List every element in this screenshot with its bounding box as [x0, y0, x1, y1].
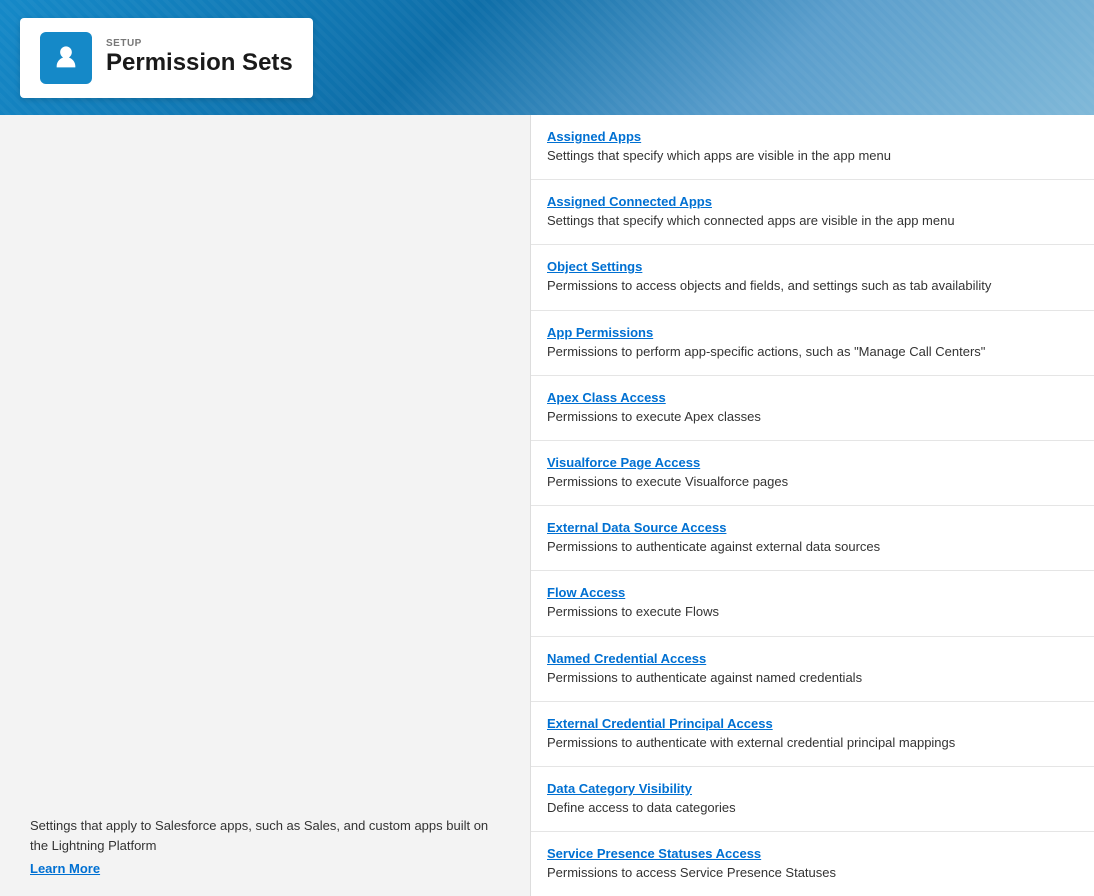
section-link-external-credential-principal-access[interactable]: External Credential Principal Access	[547, 716, 1078, 731]
section-row-apex-class-access: Apex Class Access Permissions to execute …	[531, 376, 1094, 441]
section-link-assigned-apps[interactable]: Assigned Apps	[547, 129, 1078, 144]
left-panel: Settings that apply to Salesforce apps, …	[0, 115, 530, 896]
section-row-assigned-connected-apps: Assigned Connected Apps Settings that spe…	[531, 180, 1094, 245]
section-desc-object-settings: Permissions to access objects and fields…	[547, 277, 1078, 295]
section-desc-app-permissions: Permissions to perform app-specific acti…	[547, 343, 1078, 361]
right-panel: Assigned Apps Settings that specify which…	[530, 115, 1094, 896]
section-link-flow-access[interactable]: Flow Access	[547, 585, 1078, 600]
permission-sets-icon	[40, 32, 92, 84]
section-desc-external-data-source-access: Permissions to authenticate against exte…	[547, 538, 1078, 556]
main-container: Settings that apply to Salesforce apps, …	[0, 115, 1094, 896]
section-link-service-presence-statuses-access[interactable]: Service Presence Statuses Access	[547, 846, 1078, 861]
section-desc-assigned-apps: Settings that specify which apps are vis…	[547, 147, 1078, 165]
section-row-visualforce-page-access: Visualforce Page Access Permissions to ex…	[531, 441, 1094, 506]
section-desc-visualforce-page-access: Permissions to execute Visualforce pages	[547, 473, 1078, 491]
section-desc-apex-class-access: Permissions to execute Apex classes	[547, 408, 1078, 426]
section-row-external-data-source-access: External Data Source Access Permissions t…	[531, 506, 1094, 571]
section-row-flow-access: Flow Access Permissions to execute Flows	[531, 571, 1094, 636]
header-band: SETUP Permission Sets	[0, 0, 1094, 115]
section-link-app-permissions[interactable]: App Permissions	[547, 325, 1078, 340]
section-desc-external-credential-principal-access: Permissions to authenticate with externa…	[547, 734, 1078, 752]
header-text-group: SETUP Permission Sets	[106, 38, 293, 77]
section-link-object-settings[interactable]: Object Settings	[547, 259, 1078, 274]
section-row-object-settings: Object Settings Permissions to access obj…	[531, 245, 1094, 310]
learn-more-link[interactable]: Learn More	[30, 861, 500, 876]
section-desc-service-presence-statuses-access: Permissions to access Service Presence S…	[547, 864, 1078, 882]
section-desc-flow-access: Permissions to execute Flows	[547, 603, 1078, 621]
section-desc-assigned-connected-apps: Settings that specify which connected ap…	[547, 212, 1078, 230]
section-desc-named-credential-access: Permissions to authenticate against name…	[547, 669, 1078, 687]
section-link-named-credential-access[interactable]: Named Credential Access	[547, 651, 1078, 666]
header-card: SETUP Permission Sets	[20, 18, 313, 98]
left-panel-description: Settings that apply to Salesforce apps, …	[30, 816, 500, 855]
section-row-assigned-apps: Assigned Apps Settings that specify which…	[531, 115, 1094, 180]
section-row-external-credential-principal-access: External Credential Principal Access Perm…	[531, 702, 1094, 767]
section-row-named-credential-access: Named Credential Access Permissions to au…	[531, 637, 1094, 702]
page-title: Permission Sets	[106, 49, 293, 77]
section-link-apex-class-access[interactable]: Apex Class Access	[547, 390, 1078, 405]
section-link-visualforce-page-access[interactable]: Visualforce Page Access	[547, 455, 1078, 470]
setup-label: SETUP	[106, 38, 293, 49]
section-link-assigned-connected-apps[interactable]: Assigned Connected Apps	[547, 194, 1078, 209]
section-row-app-permissions: App Permissions Permissions to perform ap…	[531, 311, 1094, 376]
section-desc-data-category-visibility: Define access to data categories	[547, 799, 1078, 817]
section-row-data-category-visibility: Data Category Visibility Define access to…	[531, 767, 1094, 832]
section-row-service-presence-statuses-access: Service Presence Statuses Access Permissi…	[531, 832, 1094, 896]
section-link-external-data-source-access[interactable]: External Data Source Access	[547, 520, 1078, 535]
section-link-data-category-visibility[interactable]: Data Category Visibility	[547, 781, 1078, 796]
